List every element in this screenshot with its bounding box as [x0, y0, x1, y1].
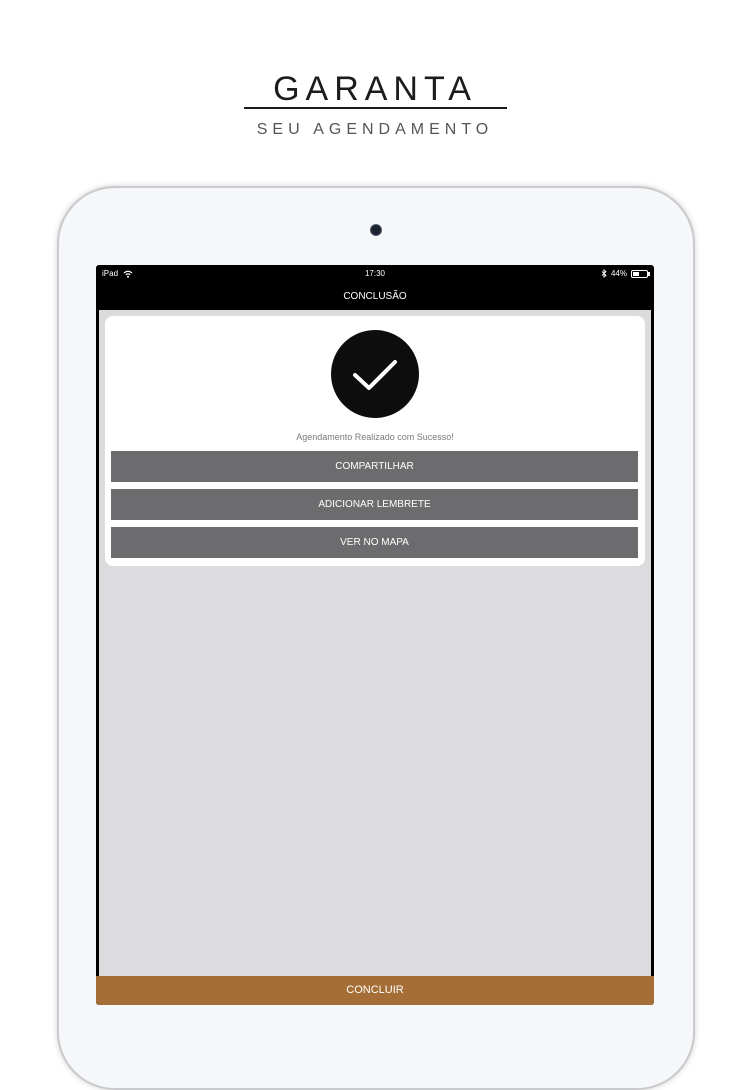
success-badge: [331, 330, 419, 418]
status-time: 17:30: [364, 269, 386, 278]
checkmark-icon: [353, 360, 397, 390]
battery-icon: [631, 269, 650, 278]
battery-percent: 44%: [610, 269, 627, 278]
promo-subtitle: SEU AGENDAMENTO: [256, 121, 494, 138]
device-screen: iPad 17:30 44% CONCLUSÃO Agendamento Rea…: [96, 265, 654, 1005]
promo-title: GARANTA: [273, 70, 477, 108]
promo-divider: [244, 107, 507, 109]
add-reminder-button[interactable]: ADICIONAR LEMBRETE: [111, 489, 638, 520]
nav-title: CONCLUSÃO: [343, 291, 407, 302]
status-right: 44%: [601, 269, 650, 278]
conclude-button[interactable]: CONCLUIR: [96, 976, 654, 1005]
battery-level: [633, 271, 639, 276]
success-card: Agendamento Realizado com Sucesso! COMPA…: [105, 316, 645, 566]
bluetooth-icon: [601, 269, 607, 278]
content-area: Agendamento Realizado com Sucesso! COMPA…: [99, 310, 651, 1005]
view-map-button[interactable]: VER NO MAPA: [111, 527, 638, 558]
share-button[interactable]: COMPARTILHAR: [111, 451, 638, 482]
success-message: Agendamento Realizado com Sucesso!: [296, 432, 454, 442]
status-bar: iPad 17:30 44%: [96, 265, 654, 283]
front-camera: [370, 224, 382, 236]
